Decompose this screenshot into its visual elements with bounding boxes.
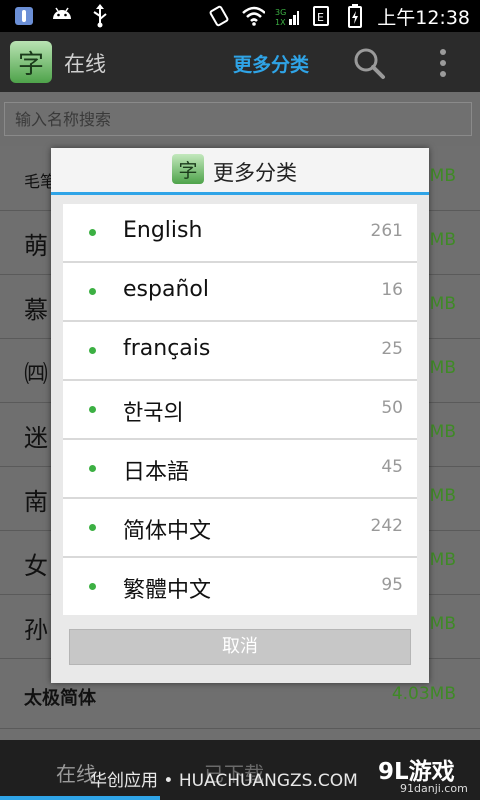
category-label: 한국의 (123, 401, 184, 426)
category-count: 16 (381, 280, 403, 300)
bullet-icon (89, 347, 96, 354)
dialog-header: 字 更多分类 (51, 148, 429, 195)
category-count: 261 (370, 221, 403, 241)
search-input[interactable]: 输入名称搜索 (4, 102, 472, 136)
bullet-icon (89, 465, 96, 472)
bullet-icon (89, 524, 96, 531)
signal-icon: 3G 1X (275, 4, 300, 28)
category-label: 日本語 (123, 460, 190, 485)
svg-text:1X: 1X (275, 18, 286, 27)
category-label: français (123, 336, 211, 361)
search-bar: 输入名称搜索 (0, 92, 480, 146)
bullet-icon (89, 406, 96, 413)
page-title: 在线 (64, 52, 106, 76)
search-icon[interactable] (352, 46, 386, 80)
status-bar: 3G 1X E 上午12:38 (0, 0, 480, 32)
category-label: 简体中文 (123, 519, 212, 544)
more-categories-button[interactable]: 更多分类 (233, 50, 309, 77)
rotate-icon (207, 4, 231, 28)
status-time: 上午12:38 (377, 6, 470, 29)
bullet-icon (89, 583, 96, 590)
android-icon (50, 4, 74, 28)
category-item-french[interactable]: français 25 (63, 322, 417, 381)
watermark-logo: 9L游戏 (378, 759, 455, 785)
category-item-simplified-chinese[interactable]: 简体中文 242 (63, 499, 417, 558)
category-list: English 261 español 16 français 25 한국의 5… (63, 204, 417, 615)
category-count: 25 (381, 339, 403, 359)
notification-app-icon (12, 4, 36, 28)
app-logo-icon[interactable]: 字 (10, 41, 52, 83)
cancel-button[interactable]: 取消 (69, 629, 411, 665)
watermark-text: 华创应用 • HUACHUANGZS.COM (90, 771, 358, 791)
category-count: 45 (381, 457, 403, 477)
dialog-logo-icon: 字 (172, 154, 204, 184)
usb-icon (88, 4, 112, 28)
category-item-japanese[interactable]: 日本語 45 (63, 440, 417, 499)
category-item-english[interactable]: English 261 (63, 204, 417, 263)
watermark-sub: 91danji.com (400, 782, 468, 795)
category-label: 繁體中文 (123, 578, 212, 603)
tab-indicator (0, 796, 160, 800)
bullet-icon (89, 229, 96, 236)
dialog-title: 更多分类 (213, 161, 297, 185)
category-item-spanish[interactable]: español 16 (63, 263, 417, 322)
category-count: 50 (381, 398, 403, 418)
svg-text:E: E (317, 11, 324, 24)
category-label: English (123, 218, 203, 243)
sim-icon: E (309, 4, 333, 28)
category-item-traditional-chinese[interactable]: 繁體中文 95 (63, 558, 417, 615)
svg-text:3G: 3G (275, 8, 286, 17)
wifi-icon (241, 4, 266, 28)
category-count: 95 (381, 575, 403, 595)
category-item-korean[interactable]: 한국의 50 (63, 381, 417, 440)
category-label: español (123, 277, 209, 302)
action-bar: 字 在线 更多分类 (0, 32, 480, 92)
category-count: 242 (370, 516, 403, 536)
battery-icon (343, 4, 367, 28)
more-categories-dialog: 字 更多分类 English 261 español 16 français 2… (51, 148, 429, 683)
overflow-menu-icon[interactable] (436, 46, 450, 80)
bullet-icon (89, 288, 96, 295)
